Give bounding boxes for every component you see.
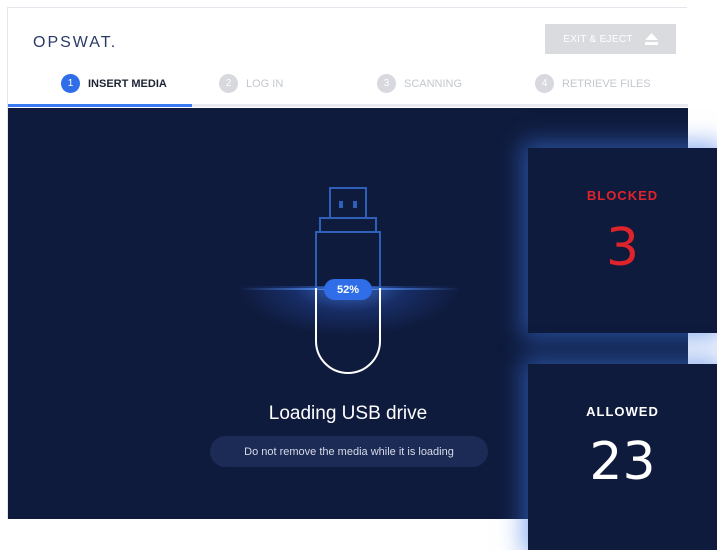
step-log-in: 2 LOG IN <box>219 74 283 93</box>
allowed-count: 23 <box>589 432 656 492</box>
step-indicator: 1 INSERT MEDIA 2 LOG IN 3 SCANNING 4 RET… <box>8 72 688 102</box>
opswat-logo: OPSWAT. <box>33 34 118 51</box>
step-scanning: 3 SCANNING <box>377 74 462 93</box>
exit-eject-button[interactable]: EXIT & EJECT <box>545 24 676 54</box>
step-number: 1 <box>61 74 80 93</box>
progress-percent-badge: 52% <box>324 279 372 300</box>
exit-eject-label: EXIT & EJECT <box>563 33 633 45</box>
step-number: 3 <box>377 74 396 93</box>
top-bar: OPSWAT. EXIT & EJECT 1 INSERT MEDIA 2 LO… <box>8 8 688 108</box>
step-label: INSERT MEDIA <box>88 77 167 90</box>
step-insert-media: 1 INSERT MEDIA <box>61 74 167 93</box>
step-number: 4 <box>535 74 554 93</box>
step-retrieve-files: 4 RETRIEVE FILES <box>535 74 651 93</box>
allowed-counter-card: ALLOWED 23 <box>528 364 717 550</box>
eject-icon <box>644 33 658 45</box>
blocked-count: 3 <box>605 218 640 278</box>
step-label: SCANNING <box>404 77 463 90</box>
step-progress-fill <box>8 104 192 107</box>
allowed-label: ALLOWED <box>586 404 659 419</box>
loading-warning: Do not remove the media while it is load… <box>210 436 488 467</box>
step-label: LOG IN <box>246 77 284 90</box>
blocked-label: BLOCKED <box>586 188 659 203</box>
blocked-counter-card: BLOCKED 3 <box>528 148 717 333</box>
step-number: 2 <box>219 74 238 93</box>
step-label: RETRIEVE FILES <box>562 77 651 90</box>
